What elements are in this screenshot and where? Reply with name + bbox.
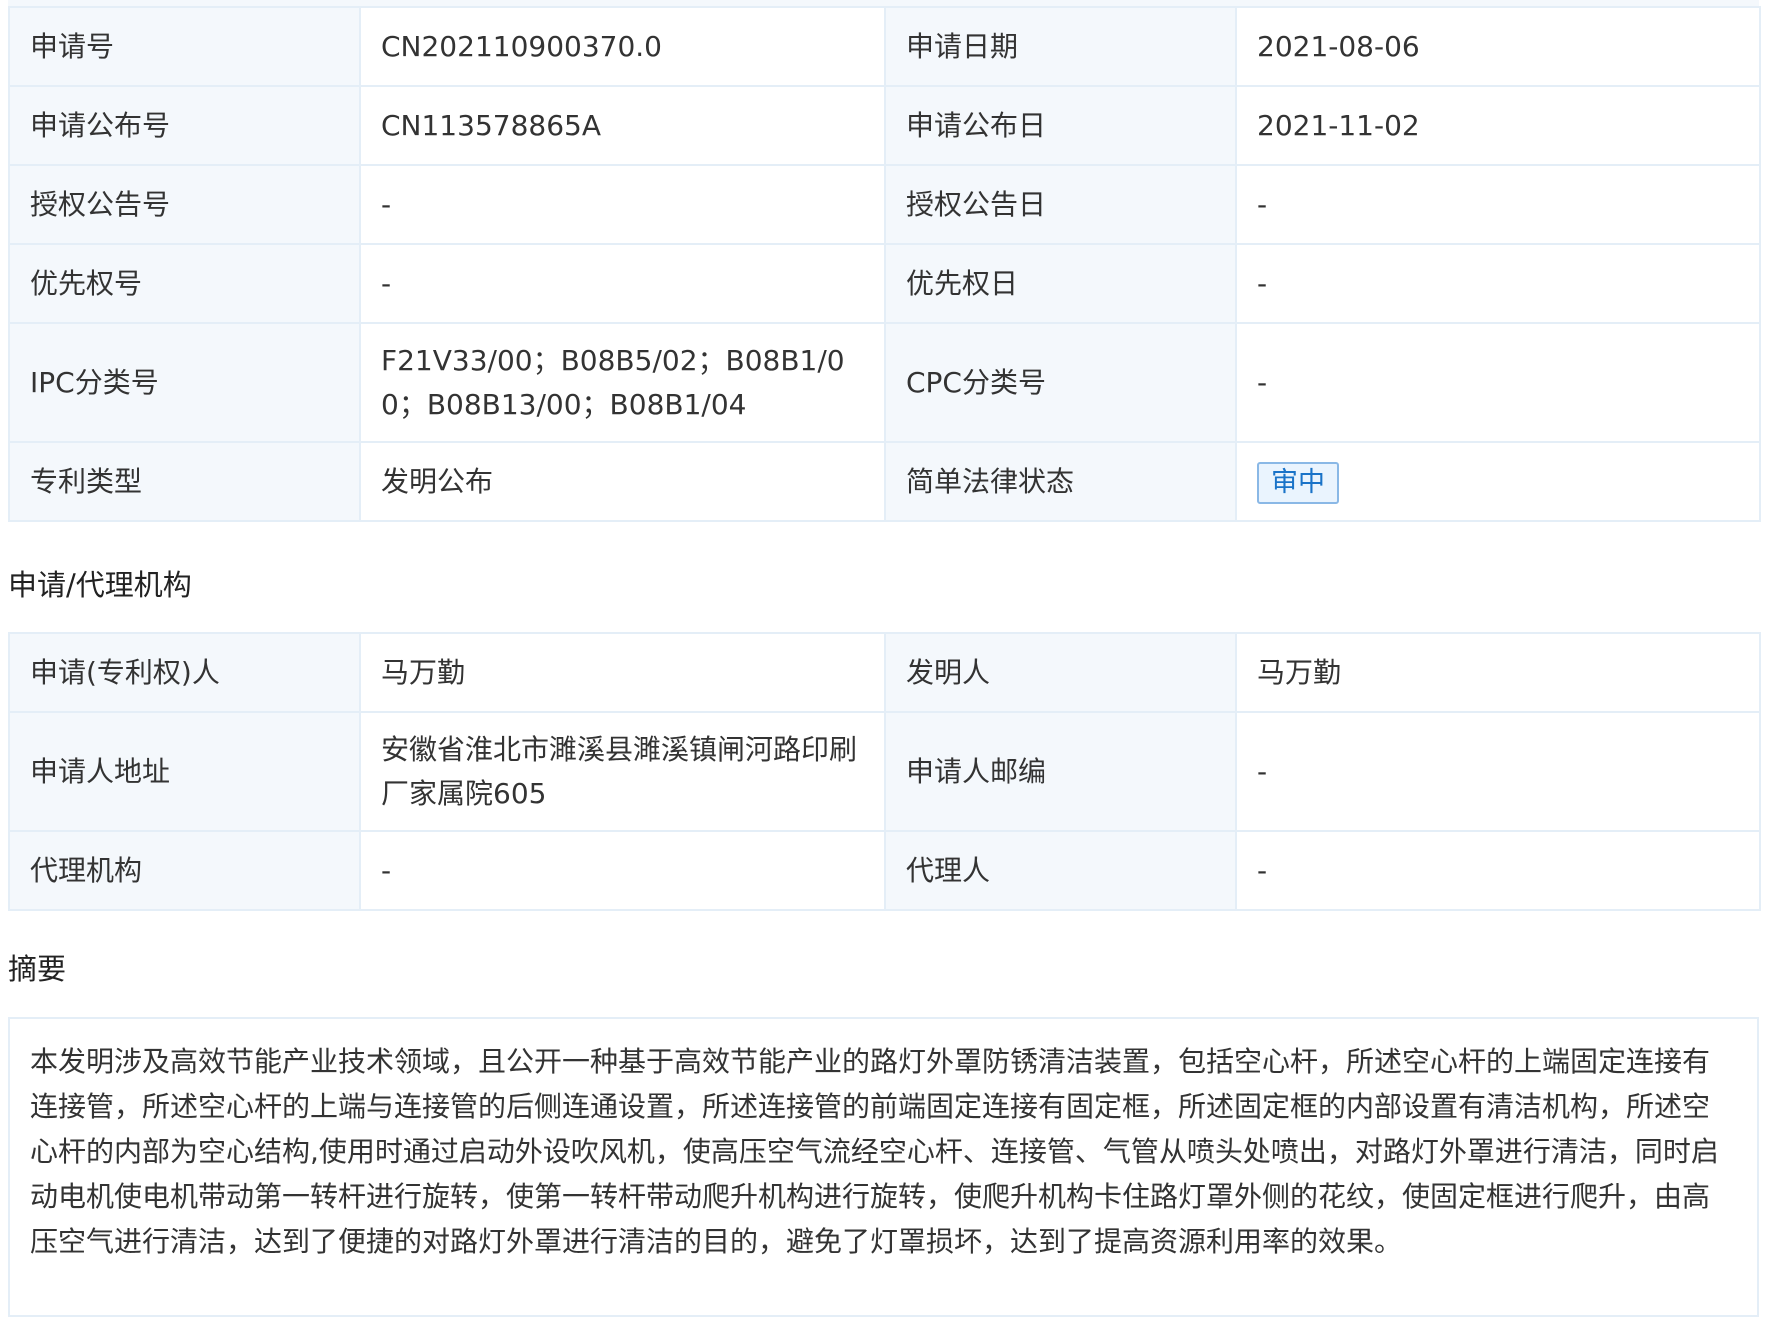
table-row: 代理机构 - 代理人 - [8, 830, 1761, 911]
table-row: 专利类型 发明公布 简单法律状态 审中 [8, 441, 1761, 522]
table-row: 申请(专利权)人 马万勤 发明人 马万勤 [8, 632, 1761, 713]
patent-detail-page: 申请号 CN202110900370.0 申请日期 2021-08-06 申请公… [8, 0, 1761, 1317]
table-row: 申请人地址 安徽省淮北市濉溪县濉溪镇闸河路印刷厂家属院605 申请人邮编 - [8, 711, 1761, 832]
value-agency: - [359, 830, 886, 911]
value-publication-number: CN113578865A [359, 85, 886, 166]
value-applicant-postcode: - [1235, 711, 1761, 832]
value-priority-number: - [359, 243, 886, 324]
table-row: 优先权号 - 优先权日 - [8, 243, 1761, 324]
value-application-date: 2021-08-06 [1235, 6, 1761, 87]
basic-info-table: 申请号 CN202110900370.0 申请日期 2021-08-06 申请公… [8, 6, 1761, 522]
value-priority-date: - [1235, 243, 1761, 324]
label-priority-date: 优先权日 [884, 243, 1237, 324]
label-grant-number: 授权公告号 [8, 164, 361, 245]
value-inventor: 马万勤 [1235, 632, 1761, 713]
label-patent-type: 专利类型 [8, 441, 361, 522]
label-application-number: 申请号 [8, 6, 361, 87]
agency-table: 申请(专利权)人 马万勤 发明人 马万勤 申请人地址 安徽省淮北市濉溪县濉溪镇闸… [8, 632, 1761, 911]
value-applicant: 马万勤 [359, 632, 886, 713]
label-publication-number: 申请公布号 [8, 85, 361, 166]
value-patent-type: 发明公布 [359, 441, 886, 522]
label-legal-status: 简单法律状态 [884, 441, 1237, 522]
value-publication-date: 2021-11-02 [1235, 85, 1761, 166]
label-application-date: 申请日期 [884, 6, 1237, 87]
value-legal-status: 审中 [1235, 441, 1761, 522]
agency-section-title: 申请/代理机构 [8, 568, 192, 602]
label-publication-date: 申请公布日 [884, 85, 1237, 166]
label-applicant-address: 申请人地址 [8, 711, 361, 832]
value-applicant-address: 安徽省淮北市濉溪县濉溪镇闸河路印刷厂家属院605 [359, 711, 886, 832]
status-badge[interactable]: 审中 [1257, 461, 1339, 504]
value-grant-number: - [359, 164, 886, 245]
abstract-section-title: 摘要 [8, 952, 67, 986]
table-row: 申请公布号 CN113578865A 申请公布日 2021-11-02 [8, 85, 1761, 166]
label-applicant-postcode: 申请人邮编 [884, 711, 1237, 832]
label-agency: 代理机构 [8, 830, 361, 911]
value-application-number: CN202110900370.0 [359, 6, 886, 87]
label-priority-number: 优先权号 [8, 243, 361, 324]
label-ipc: IPC分类号 [8, 322, 361, 443]
label-grant-date: 授权公告日 [884, 164, 1237, 245]
value-grant-date: - [1235, 164, 1761, 245]
label-cpc: CPC分类号 [884, 322, 1237, 443]
value-ipc: F21V33/00；B08B5/02；B08B1/00；B08B13/00；B0… [359, 322, 886, 443]
table-row: 申请号 CN202110900370.0 申请日期 2021-08-06 [8, 6, 1761, 87]
label-inventor: 发明人 [884, 632, 1237, 713]
value-agent: - [1235, 830, 1761, 911]
label-agent: 代理人 [884, 830, 1237, 911]
table-row: 授权公告号 - 授权公告日 - [8, 164, 1761, 245]
label-applicant: 申请(专利权)人 [8, 632, 361, 713]
value-cpc: - [1235, 322, 1761, 443]
abstract-text: 本发明涉及高效节能产业技术领域，且公开一种基于高效节能产业的路灯外罩防锈清洁装置… [8, 1017, 1759, 1317]
table-row: IPC分类号 F21V33/00；B08B5/02；B08B1/00；B08B1… [8, 322, 1761, 443]
